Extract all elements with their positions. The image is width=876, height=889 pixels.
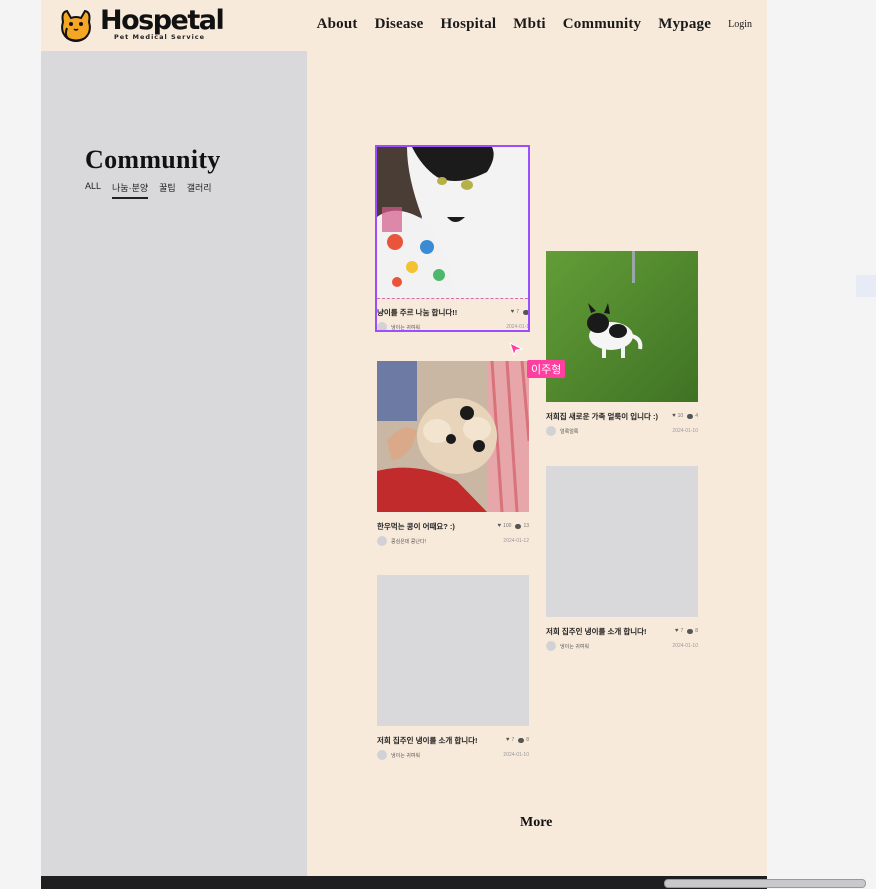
comment-count: 13 bbox=[523, 523, 529, 529]
brand-tagline: Pet Medical Service bbox=[114, 33, 206, 41]
comment-icon bbox=[523, 309, 529, 315]
side-panel-edge bbox=[856, 275, 876, 297]
nav-about[interactable]: About bbox=[317, 16, 358, 33]
heart-icon: ♥ bbox=[674, 628, 679, 634]
more-button[interactable]: More bbox=[520, 815, 552, 831]
tab-tips[interactable]: 꿀팁 bbox=[159, 181, 176, 199]
main-nav: About Disease Hospital Mbti Community My… bbox=[300, 0, 752, 48]
tab-adoption[interactable]: 나눔·분양 bbox=[112, 181, 149, 199]
dog-photo-icon bbox=[377, 361, 529, 512]
brand-name: Hospetal bbox=[100, 5, 225, 36]
login-link[interactable]: Login bbox=[728, 19, 752, 30]
post-title: 저희 집주인 냉이를 소개 합니다! bbox=[546, 626, 647, 636]
like-count: 100 bbox=[503, 523, 512, 529]
post-title: 저희집 새로운 가족 얼룩이 입니다 :) bbox=[546, 411, 659, 421]
comment-count: 8 bbox=[695, 628, 698, 634]
comment-icon bbox=[515, 523, 522, 529]
comment-icon bbox=[518, 737, 525, 743]
post-author: 얼룩얼룩 bbox=[546, 426, 578, 436]
tab-all[interactable]: ALL bbox=[85, 181, 101, 199]
header: Hospetal Pet Medical Service About Disea… bbox=[41, 0, 767, 51]
heart-icon: ♥ bbox=[672, 413, 676, 419]
category-tabs: ALL 나눔·분양 꿀팁 갤러리 bbox=[85, 181, 223, 199]
nav-community[interactable]: Community bbox=[563, 16, 641, 33]
comment-icon bbox=[687, 628, 694, 634]
post-title: 냥이를 주르 나눔 합니다!! bbox=[377, 307, 458, 317]
cat-photo-icon bbox=[377, 147, 529, 298]
footer bbox=[41, 876, 767, 889]
cursor-user-label: 이주형 bbox=[527, 360, 566, 378]
nav-disease[interactable]: Disease bbox=[375, 16, 424, 33]
avatar bbox=[377, 322, 387, 332]
like-count: 10 bbox=[677, 413, 684, 419]
post-date: 2024-01-10 bbox=[672, 428, 698, 434]
post-date: 2024-01-10 bbox=[503, 752, 529, 758]
post-date: 2024-01-1 bbox=[506, 324, 529, 330]
avatar bbox=[377, 750, 387, 760]
post-date: 2024-01-12 bbox=[503, 538, 529, 544]
post-card[interactable]: 냥이를 주르 나눔 합니다!! ♥ 7 냉이는 귀여워 2024-01-1 bbox=[377, 147, 529, 333]
remote-cursor-icon bbox=[509, 342, 523, 356]
heart-icon: ♥ bbox=[497, 523, 502, 529]
post-image-cat bbox=[377, 147, 529, 298]
post-stats: ♥ 7 8 bbox=[673, 628, 698, 634]
nav-hospital[interactable]: Hospital bbox=[441, 16, 497, 33]
horizontal-scrollbar[interactable] bbox=[664, 879, 866, 888]
post-author: 냉이는 귀여워 bbox=[377, 750, 420, 760]
post-image-placeholder bbox=[546, 466, 698, 617]
post-image-dog bbox=[377, 361, 529, 512]
comment-icon bbox=[687, 413, 694, 419]
post-stats: ♥ 100 13 bbox=[496, 523, 529, 529]
page: Hospetal Pet Medical Service About Disea… bbox=[41, 0, 767, 889]
brand-logo[interactable]: Hospetal Pet Medical Service bbox=[57, 6, 225, 46]
post-author: 냉이는 귀여워 bbox=[546, 641, 589, 651]
post-image-puppy bbox=[546, 251, 698, 402]
sidebar: Community ALL 나눔·분양 꿀팁 갤러리 bbox=[41, 51, 307, 889]
like-count: 7 bbox=[511, 737, 515, 743]
comment-count: 8 bbox=[526, 737, 529, 743]
puppy-photo-icon bbox=[546, 251, 698, 402]
like-count: 7 bbox=[680, 628, 684, 634]
post-card[interactable]: 저희 집주인 냉이를 소개 합니다! ♥ 7 8 냉이는 귀여워 2024-01… bbox=[377, 575, 529, 761]
post-author: 콩심은데 콩난다! bbox=[377, 536, 426, 546]
post-title: 저희 집주인 냉이를 소개 합니다! bbox=[377, 735, 478, 745]
post-card[interactable]: 저희 집주인 냉이를 소개 합니다! ♥ 7 8 냉이는 귀여워 2024-01… bbox=[546, 466, 698, 652]
nav-mypage[interactable]: Mypage bbox=[658, 16, 711, 33]
avatar bbox=[546, 426, 556, 436]
cat-logo-icon bbox=[61, 9, 91, 42]
post-stats: ♥ 10 4 bbox=[670, 413, 698, 419]
post-title: 한우먹는 콩이 어때요? :) bbox=[377, 521, 455, 531]
comment-count: 4 bbox=[695, 413, 698, 419]
avatar bbox=[377, 536, 387, 546]
page-title: Community bbox=[85, 145, 221, 174]
post-date: 2024-01-10 bbox=[672, 643, 698, 649]
avatar bbox=[546, 641, 556, 651]
post-image-placeholder bbox=[377, 575, 529, 726]
like-count: 7 bbox=[516, 309, 519, 315]
post-stats: ♥ 7 8 bbox=[504, 737, 529, 743]
heart-icon: ♥ bbox=[505, 737, 510, 743]
post-stats: ♥ 7 bbox=[509, 309, 529, 315]
post-card[interactable]: 저희집 새로운 가족 얼룩이 입니다 :) ♥ 10 4 얼룩얼룩 2024-0… bbox=[546, 251, 698, 437]
post-author: 냉이는 귀여워 bbox=[377, 322, 420, 332]
nav-mbti[interactable]: Mbti bbox=[513, 16, 545, 33]
tab-gallery[interactable]: 갤러리 bbox=[187, 181, 212, 199]
post-card[interactable]: 한우먹는 콩이 어때요? :) ♥ 100 13 콩심은데 콩난다! 2024-… bbox=[377, 361, 529, 547]
heart-icon: ♥ bbox=[510, 309, 515, 315]
